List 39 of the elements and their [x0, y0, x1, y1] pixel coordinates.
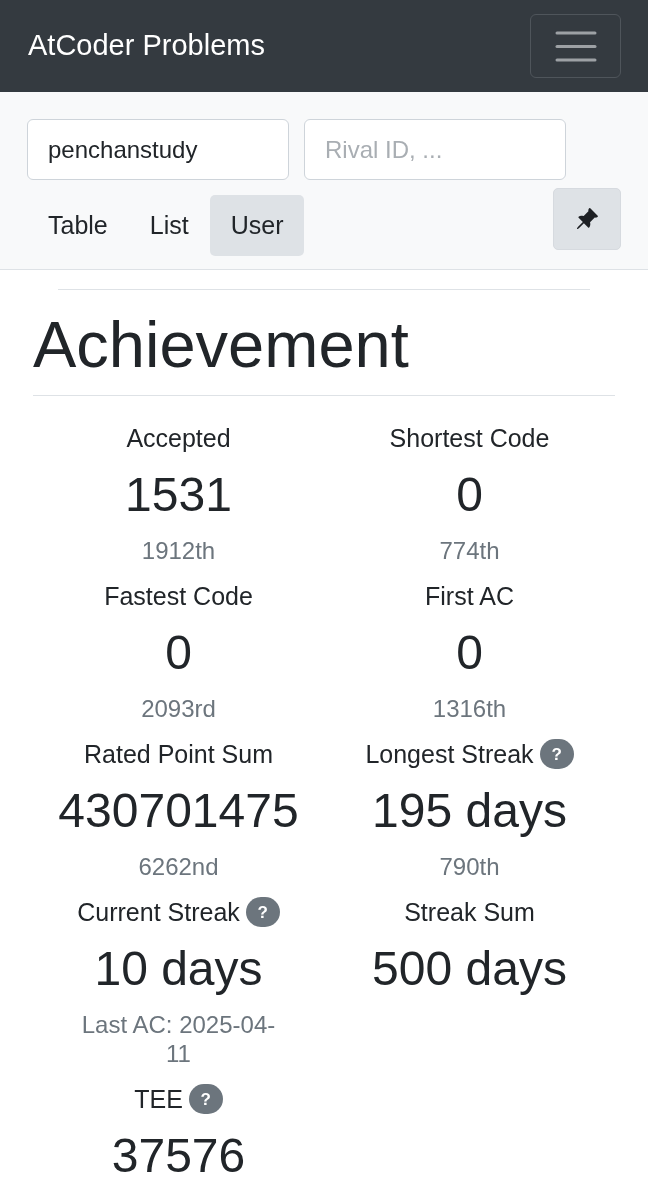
stat-rank: 6262nd — [138, 852, 219, 882]
menu-icon — [554, 30, 597, 62]
stat-rank: Last AC: 2025-04-11 — [80, 1010, 277, 1069]
stat-value: 10 days — [94, 941, 263, 997]
stat-label: Streak Sum — [404, 897, 535, 928]
stat-label: First AC — [425, 581, 514, 612]
user-id-input[interactable]: penchanstudy — [27, 119, 289, 180]
stat-rank: 2093rd — [141, 694, 216, 724]
stat-value: 195 days — [372, 783, 567, 839]
section-heading: Achievement — [33, 307, 410, 383]
rival-id-input[interactable]: Rival ID, ... — [304, 119, 566, 180]
stat-rank: 1316th — [432, 694, 507, 724]
tab[interactable]: Table — [27, 195, 129, 256]
pin-button[interactable] — [553, 188, 621, 250]
stat-label: TEE — [134, 1084, 183, 1115]
help-badge[interactable]: ? — [245, 897, 280, 927]
stat-rank: 790th — [439, 852, 500, 882]
stat-label: Accepted — [126, 423, 231, 454]
stat-value: 1531 — [125, 467, 232, 523]
tab[interactable]: List — [128, 195, 210, 256]
stat-value: 37576 — [111, 1128, 246, 1184]
help-badge[interactable]: ? — [539, 739, 574, 769]
stat-rank: 774th — [439, 536, 500, 566]
stat-label: Fastest Code — [104, 581, 253, 612]
stat-value: 0 — [456, 625, 483, 681]
stat-value: 430701475 — [58, 783, 299, 839]
menu-button[interactable] — [530, 14, 621, 78]
pin-icon — [575, 207, 599, 231]
stat-label: Shortest Code — [389, 423, 550, 454]
stat-label: Rated Point Sum — [84, 739, 273, 770]
help-badge[interactable]: ? — [188, 1084, 223, 1114]
stat-label: Longest Streak — [365, 739, 534, 770]
site-title[interactable]: AtCoder Problems — [28, 24, 265, 68]
stat-rank: 1912th — [141, 536, 216, 566]
stat-value: 500 days — [372, 941, 567, 997]
stat-label: Current Streak — [77, 897, 240, 928]
tab[interactable]: User — [209, 195, 305, 256]
stat-value: 0 — [456, 467, 483, 523]
stat-value: 0 — [165, 625, 192, 681]
